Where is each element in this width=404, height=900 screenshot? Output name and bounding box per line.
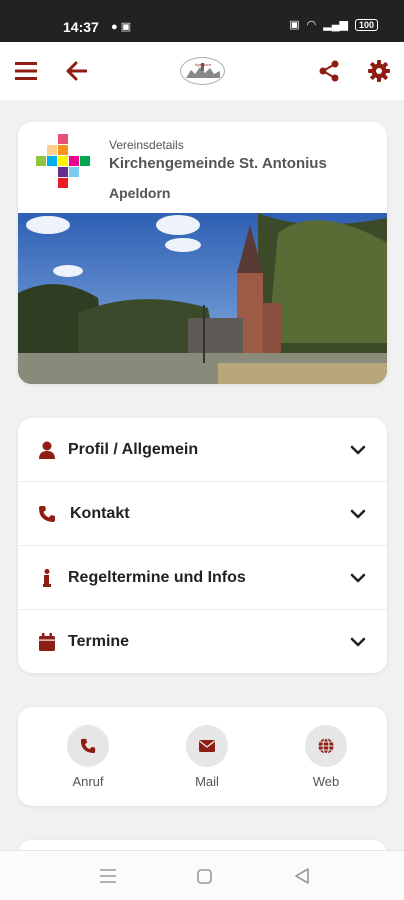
square-icon [196,868,212,884]
club-name: Kirchengemeinde St. Antonius [109,155,327,172]
back-nav-button[interactable] [291,867,311,885]
globe-icon [305,725,347,767]
church-photo [18,213,387,384]
accordion-label: Profil / Allgemein [68,440,199,458]
accordion-label: Termine [68,633,130,650]
arrow-left-icon [66,61,87,81]
info-accordion: Profil / Allgemein Kontakt Regeltermine … [18,418,387,673]
call-label: Anruf [72,774,104,789]
phone-icon [67,725,109,767]
nfc-icon: ▣ [289,19,300,31]
chevron-down-icon [350,573,366,582]
chevron-down-icon [350,509,366,518]
triangle-back-icon [294,868,309,884]
recents-button[interactable] [98,867,118,885]
hamburger-icon [15,62,37,80]
status-bar: 14:37 ● ▣ ▣ ◠ ▂▄▆ 100 [0,0,404,42]
person-icon [37,440,57,460]
section-label: Vereinsdetails [109,138,184,152]
settings-button[interactable] [366,58,392,84]
mail-icon [186,725,228,767]
chevron-down-icon [350,637,366,647]
accordion-item-kontakt[interactable]: Kontakt [18,482,387,546]
call-button[interactable]: Anruf [58,725,118,789]
accordion-item-regeltermine[interactable]: Regeltermine und Infos [18,546,387,610]
app-logo: Apeldorn [180,57,225,85]
accordion-item-profil[interactable]: Profil / Allgemein [18,418,387,482]
share-button[interactable] [316,58,342,84]
accordion-item-termine[interactable]: Termine [18,610,387,673]
club-details-card: Vereinsdetails Kirchengemeinde St. Anton… [18,122,387,384]
mail-button[interactable]: Mail [177,725,237,789]
mail-label: Mail [195,774,219,789]
info-icon [37,568,57,588]
web-button[interactable]: Web [296,725,356,789]
phone-icon [37,504,57,524]
menu-button[interactable] [13,58,39,84]
accordion-label: Regeltermine und Infos [68,568,246,586]
back-button[interactable] [63,58,89,84]
calendar-icon [37,632,57,652]
system-nav-bar [0,850,404,900]
signal-icon: ▂▄▆ [323,19,348,31]
menu-lines-icon [100,869,116,883]
home-button[interactable] [194,867,214,885]
gear-icon [368,60,390,82]
club-city: Apeldorn [109,185,171,201]
status-time: 14:37 [63,19,99,35]
club-logo-cross-icon [36,134,90,188]
notification-icons: ● ▣ [111,21,132,33]
wifi-icon: ◠ [306,19,317,31]
status-icons: ▣ ◠ ▂▄▆ 100 [289,18,378,31]
quick-actions-card: Anruf Mail Web [18,707,387,806]
battery-icon: 100 [354,18,378,31]
chevron-down-icon [350,445,366,454]
logo-text: Apeldorn [194,62,210,67]
logo-image: Apeldorn [185,62,220,78]
share-icon [319,60,339,82]
web-label: Web [312,774,340,789]
accordion-label: Kontakt [70,504,130,522]
